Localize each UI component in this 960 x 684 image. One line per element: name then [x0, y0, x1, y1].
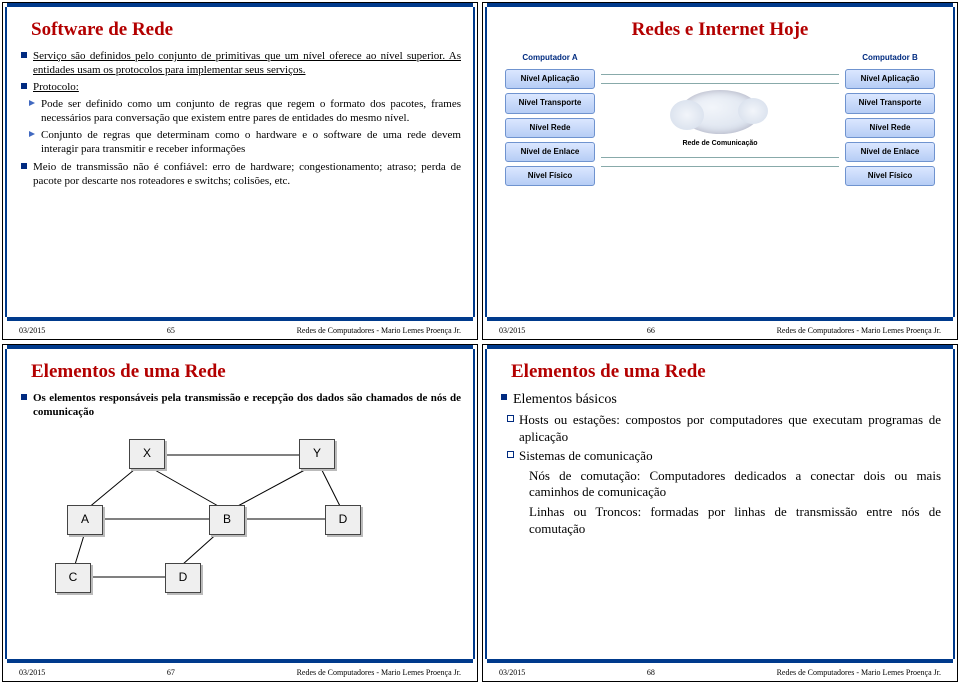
slide-body: Os elementos responsáveis pela transmiss… [19, 391, 461, 657]
graph-node: C [55, 563, 91, 593]
slide-title: Redes e Internet Hoje [499, 19, 941, 41]
layer-box: Nível Rede [505, 118, 595, 138]
footer-credit: Redes de Computadores - Mario Lemes Proe… [297, 326, 461, 335]
footer-date: 03/2015 [499, 326, 525, 335]
footer-credit: Redes de Computadores - Mario Lemes Proe… [297, 668, 461, 677]
cloud-icon [680, 90, 760, 134]
layer-box: Nível Físico [845, 166, 935, 186]
stack-computer-a: Computador A Nível Aplicação Nível Trans… [505, 53, 595, 186]
footer-credit: Redes de Computadores - Mario Lemes Proe… [777, 668, 941, 677]
label-computer-a: Computador A [522, 53, 577, 63]
slide-67: Elementos de uma Rede Os elementos respo… [2, 344, 478, 682]
bullet-elem-basicos: Elementos básicos [499, 391, 941, 409]
slide-footer: 03/2015 67 Redes de Computadores - Mario… [19, 668, 461, 677]
label-computer-b: Computador B [862, 53, 918, 63]
slide-footer: 03/2015 66 Redes de Computadores - Mario… [499, 326, 941, 335]
slide-body: Elementos básicos Hosts ou estações: com… [499, 391, 941, 657]
graph-node: D [165, 563, 201, 593]
layer-box: Nível Aplicação [845, 69, 935, 89]
slide-title: Elementos de uma Rede [31, 361, 461, 383]
slide-68: Elementos de uma Rede Elementos básicos … [482, 344, 958, 682]
slide-footer: 03/2015 68 Redes de Computadores - Mario… [499, 668, 941, 677]
layer-box: Nível Aplicação [505, 69, 595, 89]
footer-date: 03/2015 [19, 668, 45, 677]
layer-box: Nível de Enlace [505, 142, 595, 162]
footer-date: 03/2015 [19, 326, 45, 335]
slide-title: Elementos de uma Rede [511, 361, 941, 383]
bullet-servico: Serviço são definidos pelo conjunto de p… [33, 50, 461, 76]
bullet-protocolo: Protocolo: [33, 81, 79, 93]
footer-num: 65 [167, 326, 175, 335]
layer-box: Nível Rede [845, 118, 935, 138]
slide-body: Serviço são definidos pelo conjunto de p… [19, 49, 461, 315]
network-cloud-area: Rede de Comunicação [601, 53, 839, 186]
slide-body: Computador A Nível Aplicação Nível Trans… [499, 49, 941, 315]
bullet-meio: Meio de transmissão não é confiável: err… [19, 160, 461, 188]
layer-box: Nível Transporte [845, 93, 935, 113]
graph-node: B [209, 505, 245, 535]
layer-box: Nível de Enlace [845, 142, 935, 162]
graph-node: Y [299, 439, 335, 469]
slide-title: Software de Rede [31, 19, 461, 41]
stack-computer-b: Computador B Nível Aplicação Nível Trans… [845, 53, 935, 186]
footer-credit: Redes de Computadores - Mario Lemes Proe… [777, 326, 941, 335]
layer-box: Nível Transporte [505, 93, 595, 113]
graph-node: D [325, 505, 361, 535]
slide-66: Redes e Internet Hoje Computador A Nível… [482, 2, 958, 340]
bullet-nos: Nós de comutação: Computadores dedicados… [499, 468, 941, 501]
graph-node: X [129, 439, 165, 469]
bullet-protocolo-def1: Pode ser definido como um conjunto de re… [19, 97, 461, 125]
footer-num: 68 [647, 668, 655, 677]
graph-diagram: X Y A B D C D [19, 427, 461, 597]
graph-node: A [67, 505, 103, 535]
bullet-hosts: Hosts ou estações: compostos por computa… [499, 412, 941, 445]
bullet-lead: Os elementos responsáveis pela transmiss… [19, 391, 461, 419]
slide-65: Software de Rede Serviço são definidos p… [2, 2, 478, 340]
footer-date: 03/2015 [499, 668, 525, 677]
bullet-protocolo-def2: Conjunto de regras que determinam como o… [19, 128, 461, 156]
layer-box: Nível Físico [505, 166, 595, 186]
bullet-sistemas: Sistemas de comunicação [499, 448, 941, 465]
cloud-label: Rede de Comunicação [682, 140, 757, 149]
slide-footer: 03/2015 65 Redes de Computadores - Mario… [19, 326, 461, 335]
footer-num: 67 [167, 668, 175, 677]
footer-num: 66 [647, 326, 655, 335]
bullet-linhas: Linhas ou Troncos: formadas por linhas d… [499, 504, 941, 537]
